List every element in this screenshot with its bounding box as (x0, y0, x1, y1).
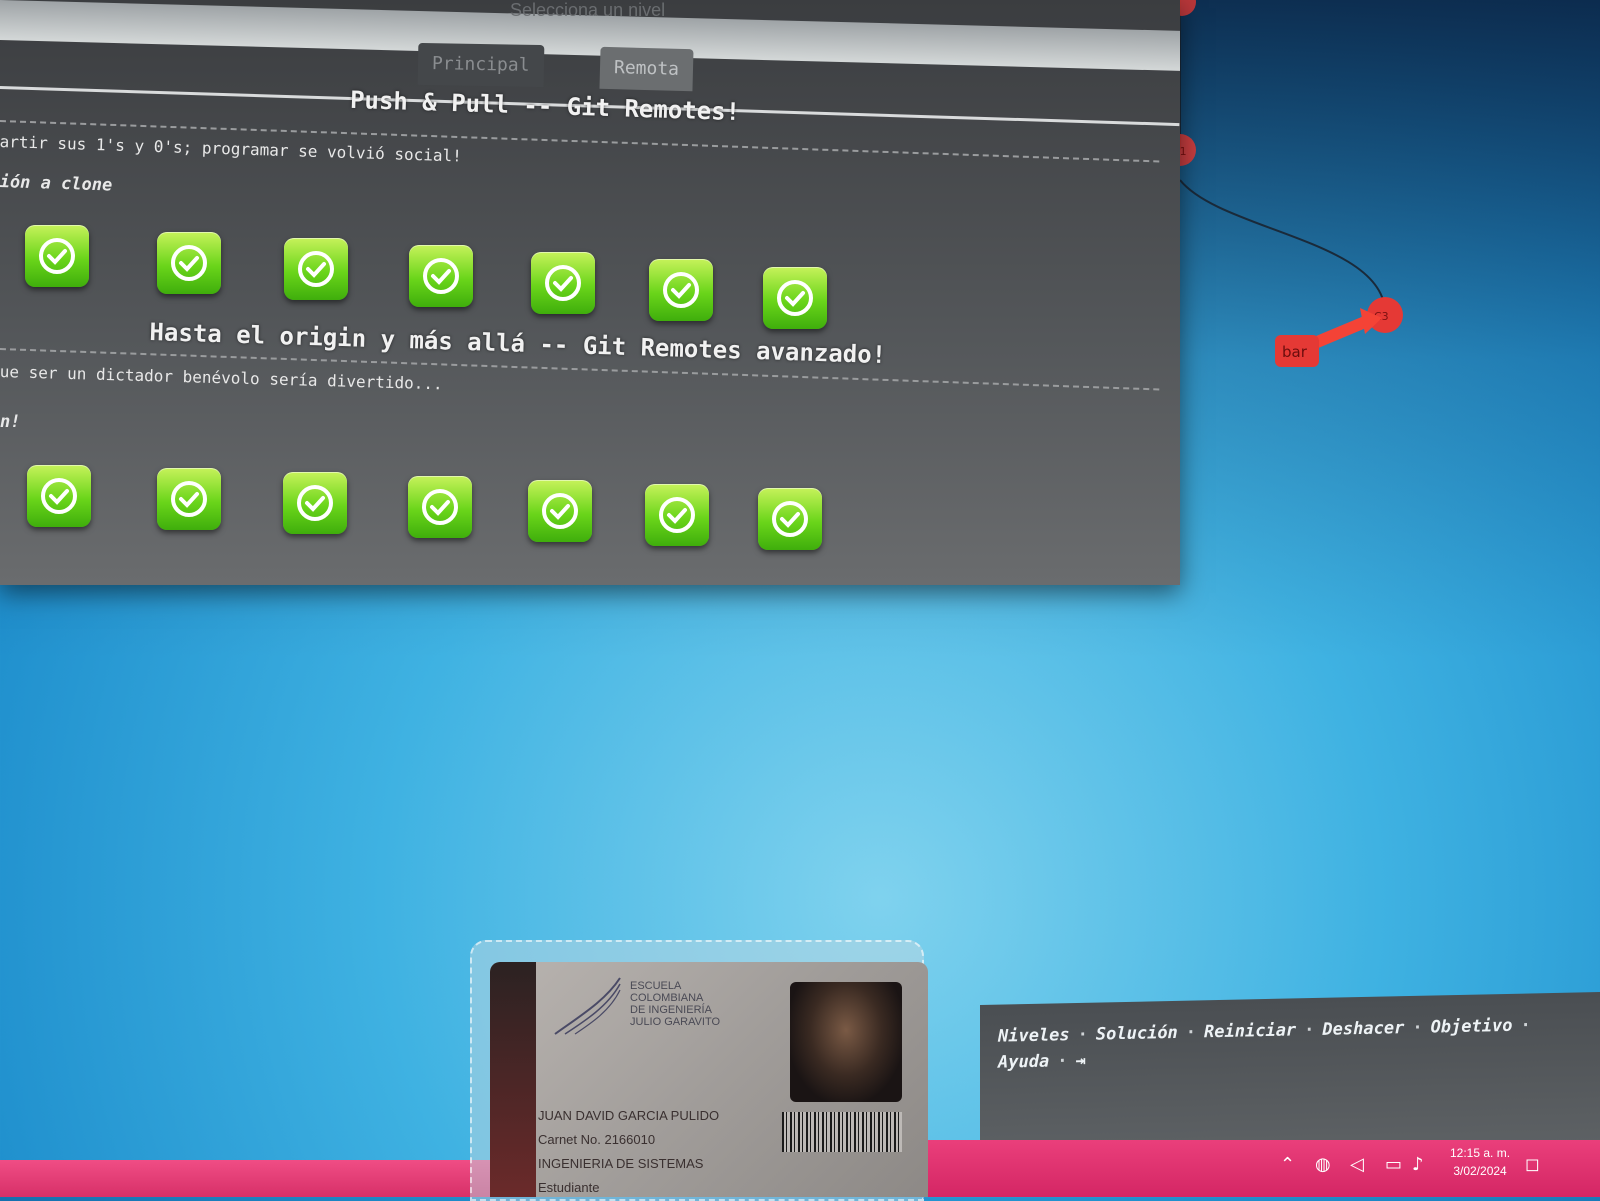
level-button-2-7[interactable] (758, 488, 822, 550)
level-button-2-3[interactable] (283, 472, 347, 534)
system-clock[interactable]: 12:15 a. m. 3/02/2024 (1450, 1144, 1510, 1180)
level-button-1-5[interactable] (531, 252, 595, 314)
tab-remota[interactable]: Remota (599, 46, 694, 92)
check-circle-icon (545, 265, 581, 301)
network-icon[interactable]: ▭ (1385, 1154, 1402, 1175)
clock-date: 3/02/2024 (1453, 1164, 1507, 1178)
level-button-2-5[interactable] (528, 480, 592, 542)
git-graph: C1 C3 bar (1164, 0, 1403, 367)
school-logo (554, 977, 621, 1035)
modal-title: Selecciona un nivel (510, 0, 666, 20)
sequence-hint-2: n! (0, 412, 21, 432)
exit-icon[interactable]: ⇥ (1075, 1051, 1085, 1071)
check-circle-icon (777, 280, 813, 316)
check-circle-icon (41, 478, 77, 514)
barcode (782, 1112, 902, 1152)
check-circle-icon (542, 493, 578, 529)
separator-dot: · (1185, 1022, 1197, 1043)
tab-principal[interactable]: Principal (417, 42, 544, 88)
student-name: JUAN DAVID GARCIA PULIDO (538, 1108, 720, 1123)
check-circle-icon (422, 489, 458, 525)
sequence-about-2: ue ser un dictador benévolo sería divert… (0, 362, 443, 394)
level-button-1-7[interactable] (763, 267, 827, 329)
carnet-number: Carnet No. 2166010 (538, 1132, 656, 1147)
check-circle-icon (298, 251, 334, 287)
help-link[interactable]: Ayuda (998, 1052, 1049, 1073)
level-button-1-4[interactable] (409, 245, 473, 307)
level-button-1-6[interactable] (649, 259, 713, 321)
clock-time: 12:15 a. m. (1450, 1146, 1511, 1160)
taskbar: ⌃ ◍ ◁ ▭ ♪ 12:15 a. m. 3/02/2024 ◻ (900, 1140, 1600, 1197)
level-select-modal: Selecciona un nivel Principal Remota Pus… (0, 0, 1180, 585)
sequence-about-1: artir sus 1's y 0's; programar se volvió… (0, 132, 463, 166)
location-icon[interactable]: ◁ (1350, 1154, 1364, 1175)
objective-link[interactable]: Objetivo (1431, 1016, 1513, 1038)
level-button-2-4[interactable] (408, 476, 472, 538)
level-button-1-3[interactable] (284, 238, 348, 300)
notification-icon[interactable]: ◻ (1525, 1154, 1540, 1175)
school-line: DE INGENIERÍA (630, 1004, 712, 1016)
reset-link[interactable]: Reiniciar (1204, 1020, 1296, 1042)
separator-dot: · (1304, 1019, 1315, 1041)
card-stripe (490, 962, 536, 1197)
school-line: ESCUELA (630, 980, 682, 992)
check-circle-icon (663, 272, 699, 308)
taskbar-left (0, 1160, 500, 1197)
solution-link[interactable]: Solución (1096, 1023, 1178, 1045)
student-role: Estudiante (538, 1180, 600, 1195)
controls-row-2: Ayuda · ⇥ (998, 1051, 1086, 1073)
levels-link[interactable]: Niveles (998, 1025, 1070, 1047)
student-id-card: ESCUELA COLOMBIANA DE INGENIERÍA JULIO G… (490, 962, 928, 1197)
check-circle-icon (171, 481, 207, 517)
controls-row-1: Niveles · Solución · Reiniciar · Deshacer · Obje… (998, 1015, 1539, 1046)
command-controls-panel: Niveles · Solución · Reiniciar · Deshacer · Obje… (980, 992, 1600, 1155)
level-button-1-1[interactable] (25, 225, 89, 287)
level-button-2-6[interactable] (645, 484, 709, 546)
separator-dot: · (1520, 1015, 1531, 1036)
undo-link[interactable]: Deshacer (1322, 1018, 1404, 1040)
check-circle-icon (297, 485, 333, 521)
check-circle-icon (39, 238, 75, 274)
sequence-hint-1: ión a clone (0, 172, 113, 196)
school-line: JULIO GARAVITO (630, 1016, 721, 1028)
separator-dot: · (1077, 1024, 1088, 1045)
level-button-2-2[interactable] (157, 468, 221, 530)
level-button-1-2[interactable] (157, 232, 221, 294)
sequence-title-1: Push & Pull -- Git Remotes! (349, 85, 741, 127)
study-program: INGENIERIA DE SISTEMAS (538, 1156, 704, 1171)
separator-dot: · (1057, 1051, 1068, 1072)
check-circle-icon (772, 501, 808, 537)
card-text: JUAN DAVID GARCIA PULIDO Carnet No. 2166… (538, 1104, 719, 1197)
student-photo (790, 982, 902, 1102)
level-button-2-1[interactable] (27, 465, 91, 527)
branch-label-bar: bar (1282, 343, 1308, 361)
check-circle-icon (423, 258, 459, 294)
check-circle-icon (171, 245, 207, 281)
volume-icon[interactable]: ♪ (1412, 1154, 1424, 1175)
security-icon[interactable]: ◍ (1315, 1154, 1331, 1175)
school-name: ESCUELA COLOMBIANA DE INGENIERÍA JULIO G… (630, 980, 720, 1028)
separator-dot: · (1412, 1017, 1423, 1038)
check-circle-icon (659, 497, 695, 533)
school-line: COLOMBIANA (630, 992, 704, 1004)
chevron-up-icon[interactable]: ⌃ (1280, 1154, 1295, 1175)
graph-edge (1179, 179, 1386, 311)
